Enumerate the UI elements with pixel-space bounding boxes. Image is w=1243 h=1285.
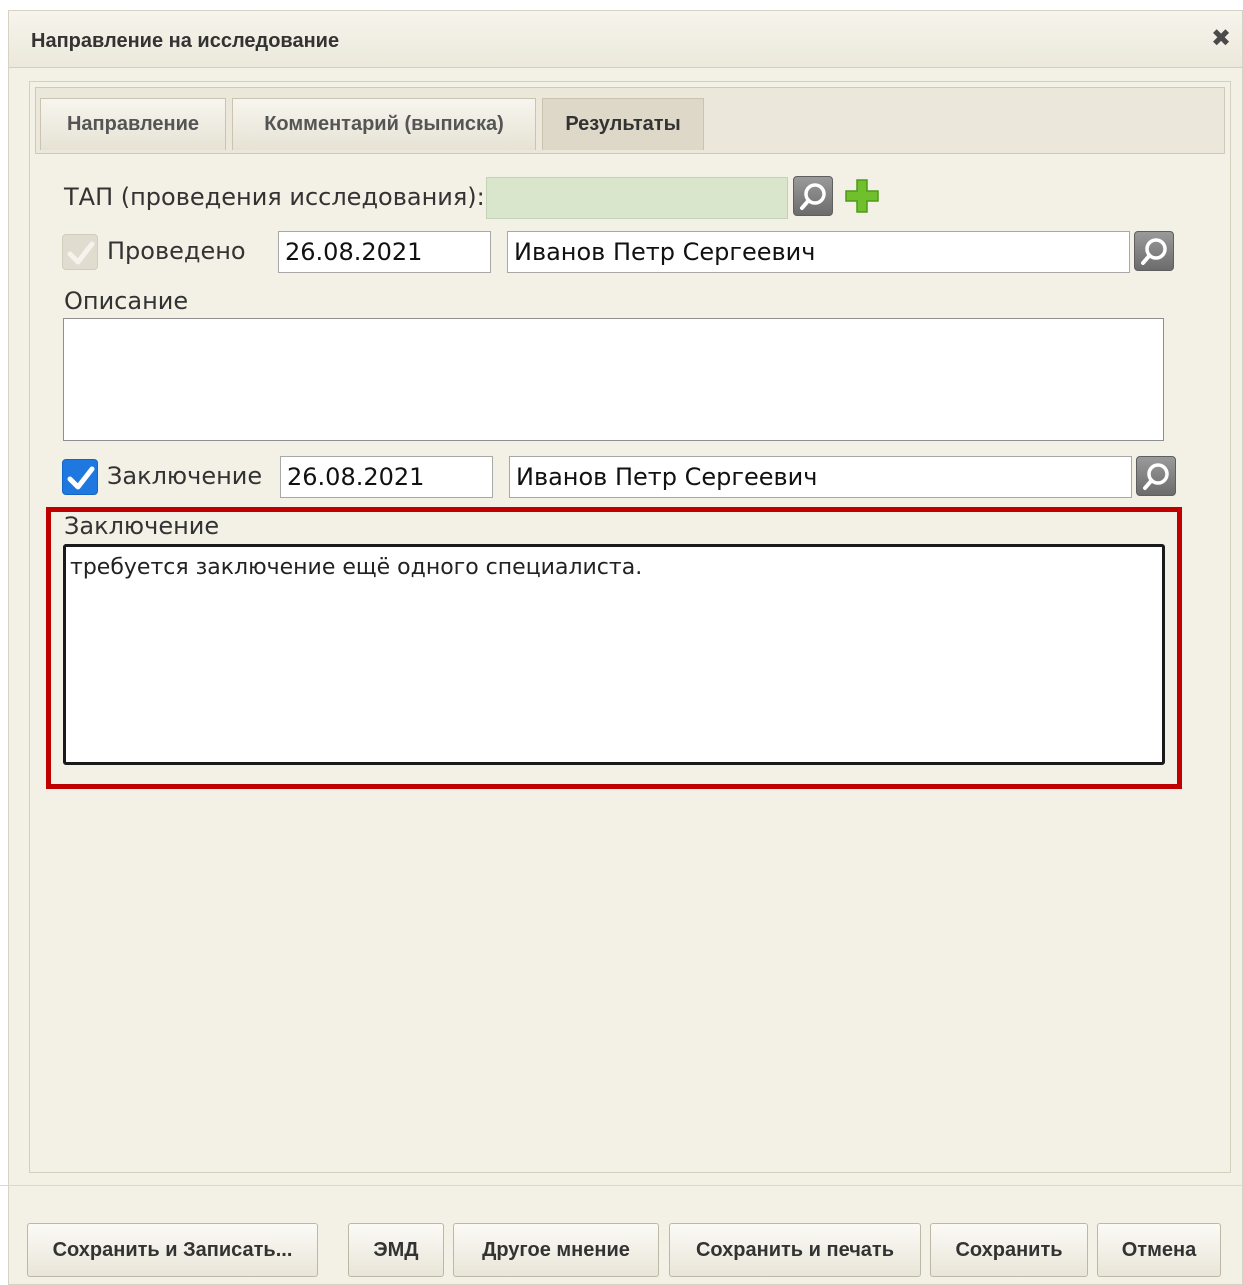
description-label: Описание	[64, 287, 189, 315]
conclusion-text-label: Заключение	[64, 512, 220, 540]
save-and-record-button[interactable]: Сохранить и Записать...	[27, 1223, 318, 1277]
tab-strip: Направление Комментарий (выписка) Резуль…	[35, 87, 1225, 154]
tap-label: ТАП (проведения исследования):	[64, 183, 485, 211]
conclusion-doctor-field[interactable]: Иванов Петр Сергеевич	[509, 456, 1132, 498]
performed-doctor-field[interactable]: Иванов Петр Сергеевич	[507, 231, 1130, 273]
checkmark-icon	[67, 466, 95, 490]
search-icon	[800, 183, 826, 210]
emd-button[interactable]: ЭМД	[348, 1223, 444, 1277]
conclusion-date-field[interactable]: 26.08.2021	[280, 456, 493, 498]
other-opinion-button[interactable]: Другое мнение	[453, 1223, 659, 1277]
checkmark-icon	[67, 241, 95, 265]
search-icon	[1141, 238, 1167, 265]
conclusion-label: Заключение	[107, 462, 263, 490]
dialog-titlebar: Направление на исследование ✖	[9, 11, 1242, 68]
performed-checkbox[interactable]	[62, 234, 98, 270]
conclusion-textarea[interactable]: требуется заключение ещё одного специали…	[63, 544, 1165, 765]
tap-field[interactable]	[486, 177, 788, 219]
description-textarea[interactable]	[63, 318, 1164, 441]
cancel-button[interactable]: Отмена	[1097, 1223, 1221, 1277]
conclusion-checkbox[interactable]	[62, 459, 98, 495]
tap-search-button[interactable]	[793, 176, 833, 216]
add-tap-button[interactable]	[843, 177, 881, 215]
save-and-print-button[interactable]: Сохранить и печать	[669, 1223, 921, 1277]
tab-referral[interactable]: Направление	[40, 98, 226, 150]
tab-results[interactable]: Результаты	[542, 98, 704, 150]
conclusion-doctor-search-button[interactable]	[1136, 456, 1176, 496]
search-icon	[1143, 463, 1169, 490]
performed-doctor-search-button[interactable]	[1134, 231, 1174, 271]
dialog-title: Направление на исследование	[31, 30, 340, 52]
footer-separator	[0, 1185, 1243, 1186]
performed-label: Проведено	[107, 237, 246, 265]
close-icon[interactable]: ✖	[1208, 25, 1234, 51]
performed-date-field[interactable]: 26.08.2021	[278, 231, 491, 273]
save-button[interactable]: Сохранить	[930, 1223, 1088, 1277]
plus-icon	[845, 179, 879, 213]
tab-comment[interactable]: Комментарий (выписка)	[232, 98, 536, 150]
